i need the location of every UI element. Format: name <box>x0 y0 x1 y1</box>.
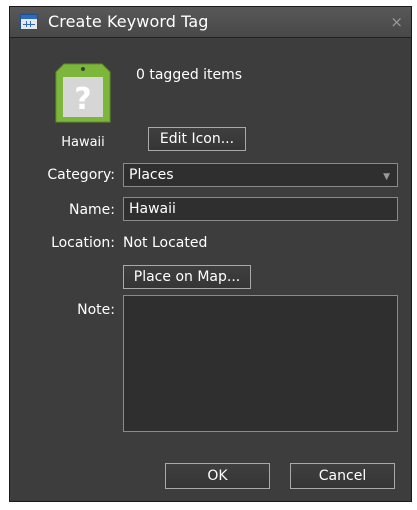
name-input[interactable]: Hawaii <box>123 197 398 221</box>
cancel-button[interactable]: Cancel <box>290 463 395 489</box>
category-selected-value: Places <box>129 167 174 183</box>
dialog-title: Create Keyword Tag <box>48 12 209 31</box>
question-mark-glyph: ? <box>74 82 91 117</box>
category-select[interactable]: Places ▼ <box>123 163 398 187</box>
tagged-items-count: 0 tagged items <box>136 67 243 83</box>
ok-button[interactable]: OK <box>165 463 270 489</box>
location-value: Not Located <box>123 235 208 251</box>
note-label: Note: <box>77 302 115 318</box>
create-keyword-tag-dialog: Create Keyword Tag × ? Hawaii 0 tagged i… <box>9 6 412 502</box>
question-tag-icon[interactable]: ? <box>54 60 112 124</box>
name-label: Name: <box>68 202 115 218</box>
chevron-down-icon: ▼ <box>383 172 390 182</box>
close-icon[interactable]: × <box>390 13 403 31</box>
calendar-grid-icon <box>20 14 38 30</box>
title-bar[interactable]: Create Keyword Tag × <box>10 7 411 38</box>
category-label: Category: <box>47 167 115 183</box>
tag-icon-caption: Hawaii <box>61 135 105 150</box>
place-on-map-button[interactable]: Place on Map... <box>123 265 251 289</box>
location-label: Location: <box>51 235 115 251</box>
note-textarea[interactable] <box>123 295 398 432</box>
edit-icon-button[interactable]: Edit Icon... <box>148 127 246 151</box>
